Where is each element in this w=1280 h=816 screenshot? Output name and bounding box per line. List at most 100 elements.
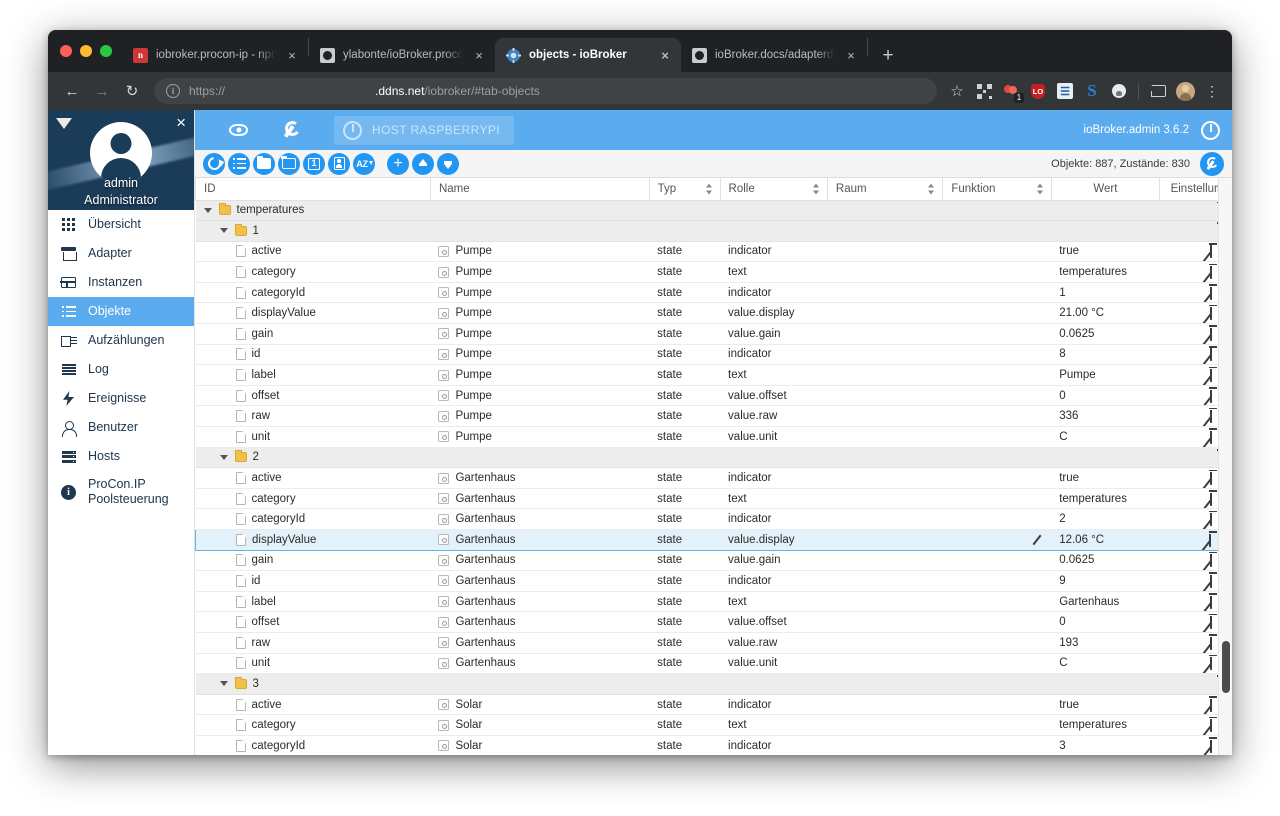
delete-icon[interactable] — [1209, 410, 1212, 424]
cell-id[interactable]: offset — [195, 385, 431, 407]
sidebar-item-hosts[interactable]: Hosts — [48, 442, 194, 471]
table-row[interactable]: id Gartenhaus state indicator 9 — [195, 570, 1232, 592]
expand-triangle-icon[interactable] — [203, 207, 212, 213]
sidebar-item-ereignisse[interactable]: Ereignisse — [48, 384, 194, 413]
table-row[interactable]: id Pumpe state indicator 8 — [195, 344, 1232, 366]
sort-arrows-icon[interactable] — [928, 183, 935, 195]
table-row[interactable]: active Pumpe state indicator true — [195, 241, 1232, 263]
table-row[interactable]: category Pumpe state text temperatures — [195, 261, 1232, 283]
expand-triangle-icon[interactable] — [219, 454, 228, 460]
browser-tab-2[interactable]: ylabonte/ioBroker.procon-ip: A × — [309, 38, 495, 72]
sort-az-button[interactable]: AZ — [353, 152, 375, 175]
close-window-button[interactable] — [60, 45, 72, 57]
extension-badge-icon[interactable]: 1 — [999, 79, 1024, 103]
delete-icon[interactable] — [1209, 636, 1212, 650]
table-row[interactable]: unit Pumpe state value.unit C — [195, 426, 1232, 448]
forward-icon[interactable]: → — [88, 77, 116, 105]
expand-triangle-icon[interactable] — [219, 681, 228, 687]
cell-id[interactable]: categoryId — [195, 282, 431, 304]
import-button[interactable] — [412, 152, 434, 175]
cell-id[interactable]: raw — [195, 405, 431, 428]
cell-id[interactable]: id — [195, 570, 431, 592]
expand-all-folders-button[interactable] — [253, 152, 275, 175]
table-row[interactable]: temperatures — [195, 200, 1232, 222]
table-row[interactable]: active Solar state indicator true — [195, 694, 1232, 716]
table-row[interactable]: displayValue Gartenhaus state value.display… — [195, 529, 1232, 551]
bookmark-star-icon[interactable]: ☆ — [945, 79, 969, 103]
delete-icon[interactable] — [1209, 369, 1212, 383]
browser-tab-3-active[interactable]: objects - ioBroker × — [495, 38, 681, 72]
browser-tab-1[interactable]: n iobroker.procon-ip - npm × — [122, 38, 308, 72]
cell-id[interactable]: 3 — [195, 673, 431, 695]
scrollbar-thumb[interactable] — [1222, 641, 1230, 693]
close-tab-icon[interactable]: × — [843, 47, 859, 63]
cast-icon[interactable] — [1146, 79, 1170, 103]
sort-arrows-icon[interactable] — [812, 183, 820, 195]
delete-icon[interactable] — [1209, 719, 1212, 733]
table-row[interactable]: displayValue Pumpe state value.display 21.00… — [195, 302, 1232, 325]
level-one-button[interactable]: 1 — [303, 152, 325, 175]
table-row[interactable]: offset Pumpe state value.offset 0 — [195, 385, 1232, 407]
sort-arrows-icon[interactable] — [705, 183, 713, 195]
cell-id[interactable]: raw — [195, 632, 431, 654]
cell-id[interactable]: id — [195, 344, 431, 366]
browser-tab-4[interactable]: ioBroker.docs/adapterdev.md a × — [681, 38, 867, 72]
cell-id[interactable]: temperatures — [195, 200, 431, 222]
sidebar-item-log[interactable]: Log — [48, 355, 194, 384]
collapse-caret-icon[interactable] — [56, 118, 72, 129]
delete-icon[interactable] — [1209, 554, 1212, 568]
wrench-icon[interactable] — [282, 121, 300, 139]
delete-icon[interactable] — [1209, 472, 1212, 486]
cell-id[interactable]: unit — [195, 653, 431, 675]
table-row[interactable]: label Pumpe state text Pumpe — [195, 364, 1232, 386]
table-row[interactable]: categoryId Pumpe state indicator 1 — [195, 282, 1232, 304]
sidebar-item-aufzaehlungen[interactable]: Aufzählungen — [48, 326, 194, 355]
chrome-menu-icon[interactable]: ⋮ — [1200, 79, 1224, 103]
cell-id[interactable]: active — [195, 694, 431, 716]
cell-id[interactable]: category — [195, 714, 431, 736]
expand-list-button[interactable] — [228, 152, 250, 175]
close-icon[interactable]: × — [176, 114, 186, 131]
close-tab-icon[interactable]: × — [284, 47, 300, 63]
cell-id[interactable]: active — [195, 241, 431, 263]
expand-triangle-icon[interactable] — [219, 228, 228, 234]
cell-id[interactable]: 1 — [195, 220, 431, 242]
sidebar-item-procon-ip[interactable]: i ProCon.IP Poolsteuerung — [48, 471, 194, 513]
profile-avatar[interactable] — [1173, 79, 1197, 103]
objects-settings-button[interactable] — [1200, 152, 1224, 176]
show-id-button[interactable] — [328, 152, 350, 175]
table-row[interactable]: gain Gartenhaus state value.gain 0.0625 — [195, 550, 1232, 572]
cell-id[interactable]: offset — [195, 611, 431, 633]
delete-icon[interactable] — [1209, 266, 1212, 280]
sort-arrows-icon[interactable] — [1036, 183, 1044, 195]
red-shield-icon[interactable]: LO — [1026, 79, 1050, 103]
cell-id[interactable]: category — [195, 488, 431, 510]
delete-icon[interactable] — [1209, 348, 1212, 362]
cell-id[interactable]: category — [195, 261, 431, 283]
table-row[interactable]: offset Gartenhaus state value.offset 0 — [195, 611, 1232, 633]
delete-icon[interactable] — [1209, 327, 1212, 341]
table-row[interactable]: gain Pumpe state value.gain 0.0625 — [195, 323, 1232, 345]
collapse-all-folders-button[interactable] — [278, 152, 300, 175]
sidebar-item-benutzer[interactable]: Benutzer — [48, 413, 194, 442]
delete-icon[interactable] — [1209, 513, 1212, 527]
close-tab-icon[interactable]: × — [657, 47, 673, 63]
circle-extension-icon[interactable] — [1107, 79, 1131, 103]
column-header-typ[interactable]: Typ — [648, 178, 721, 201]
delete-icon[interactable] — [1209, 698, 1212, 712]
add-object-button[interactable]: + — [387, 152, 409, 175]
close-tab-icon[interactable]: × — [471, 47, 487, 63]
sidebar-item-instanzen[interactable]: Instanzen — [48, 268, 194, 297]
column-header-funktion[interactable]: Funktion — [942, 178, 1052, 201]
host-selector-button[interactable]: HOST RASPBERRYPI — [334, 115, 514, 145]
column-header-id[interactable]: ID — [195, 178, 431, 201]
delete-icon[interactable] — [1209, 389, 1212, 403]
table-row[interactable]: raw Gartenhaus state value.raw 193 — [195, 632, 1232, 654]
cell-id[interactable]: gain — [195, 323, 431, 345]
s-extension-icon[interactable]: S — [1080, 79, 1104, 103]
delete-icon[interactable] — [1209, 533, 1211, 547]
sidebar-item-objekte[interactable]: Objekte — [48, 297, 194, 326]
edit-icon[interactable] — [1032, 534, 1043, 546]
vertical-scrollbar[interactable] — [1218, 178, 1232, 755]
delete-icon[interactable] — [1209, 307, 1212, 321]
